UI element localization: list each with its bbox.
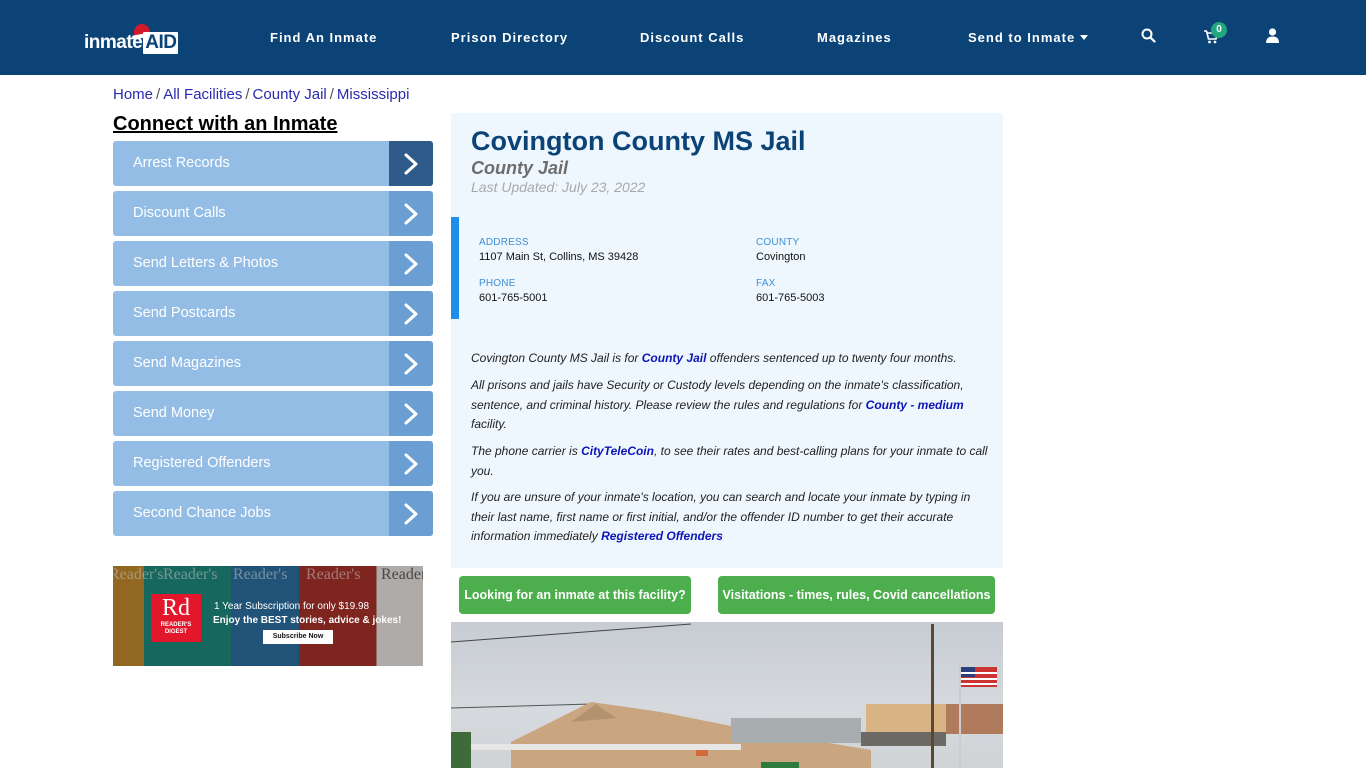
search-icon[interactable] [1141,28,1156,48]
nav-send-to-inmate-label: Send to Inmate [968,30,1076,45]
cart-count-badge: 0 [1211,22,1227,38]
breadcrumb-all-facilities[interactable]: All Facilities [163,86,242,103]
subscribe-now-button[interactable]: Subscribe Now [263,630,333,644]
desc-text: facility. [471,417,507,431]
readers-digest-logo: Rd READER'S DIGEST [151,594,201,642]
nav-magazines[interactable]: Magazines [817,30,892,45]
facility-photo [451,622,1003,768]
sidebar-item-arrest-records[interactable]: Arrest Records [113,141,433,186]
chevron-right-icon [389,241,433,286]
sidebar-item-send-letters-photos[interactable]: Send Letters & Photos [113,241,433,286]
sidebar-item-label: Send Letters & Photos [133,255,279,271]
last-updated: Last Updated: July 23, 2022 [471,179,646,195]
breadcrumb-separator: / [245,86,250,103]
phone-value: 601-765-5001 [479,292,548,304]
rd-name-line2: DIGEST [164,629,188,635]
chevron-right-icon [389,191,433,236]
citytelecoin-link[interactable]: CityTeleCoin [581,444,654,458]
nav-prison-directory[interactable]: Prison Directory [451,30,568,45]
facility-title: Covington County MS Jail [471,126,806,156]
description-paragraph: Covington County MS Jail is for County J… [471,349,991,369]
chevron-right-icon [389,341,433,386]
description-paragraph: All prisons and jails have Security or C… [471,376,991,435]
sidebar-item-registered-offenders[interactable]: Registered Offenders [113,441,433,486]
sidebar-item-discount-calls[interactable]: Discount Calls [113,191,433,236]
fax-value: 601-765-5003 [756,292,825,304]
sidebar-item-label: Send Magazines [133,355,242,371]
breadcrumb: Home / All Facilities / County Jail / Mississi… [113,86,409,103]
county-medium-link[interactable]: County - medium [866,398,964,412]
nav-find-an-inmate[interactable]: Find An Inmate [270,30,377,45]
user-icon[interactable] [1266,28,1279,48]
county-label: COUNTY [756,237,800,248]
registered-offenders-link[interactable]: Registered Offenders [601,529,723,543]
address-value: 1107 Main St, Collins, MS 39428 [479,251,639,263]
ad-offer-text: 1 Year Subscription for only $19.98 [214,601,370,612]
readers-digest-ad[interactable]: Reader's Reader's Reader's Reader's Read… [113,566,423,666]
fax-label: FAX [756,278,776,289]
sidebar-item-label: Arrest Records [133,155,230,171]
breadcrumb-separator: / [156,86,161,103]
description-paragraph: If you are unsure of your inmate's locat… [471,488,991,547]
breadcrumb-separator: / [329,86,334,103]
facility-type: County Jail [471,158,569,178]
logo-text: inmate AID [84,32,179,54]
chevron-right-icon [389,491,433,536]
breadcrumb-mississippi[interactable]: Mississippi [337,86,410,103]
desc-text: Covington County MS Jail is for [471,351,642,365]
caret-down-icon [1080,35,1089,41]
county-value: Covington [756,251,806,263]
facility-panel: Covington County MS Jail County Jail Las… [451,113,1003,568]
sidebar-title: Connect with an Inmate [113,113,338,135]
county-jail-link[interactable]: County Jail [642,351,707,365]
description-paragraph: The phone carrier is CityTeleCoin, to se… [471,442,991,481]
rd-mark: Rd [161,595,190,621]
top-navbar: inmate AID Find An Inmate Prison Director… [0,0,1366,75]
breadcrumb-home[interactable]: Home [113,86,153,103]
desc-text: The phone carrier is [471,444,582,458]
find-inmate-at-facility-button[interactable]: Looking for an inmate at this facility? [459,576,691,614]
breadcrumb-county-jail[interactable]: County Jail [253,86,327,103]
facility-contact-info: ADDRESS 1107 Main St, Collins, MS 39428 … [451,217,1003,319]
chevron-right-icon [389,441,433,486]
ad-tagline: Enjoy the BEST stories, advice & jokes! [213,615,402,626]
sidebar-item-label: Send Money [133,405,215,421]
sidebar-item-send-money[interactable]: Send Money [113,391,433,436]
sidebar-item-label: Discount Calls [133,205,226,221]
nav-discount-calls[interactable]: Discount Calls [640,30,744,45]
rd-name-line1: READER'S [160,622,192,628]
facility-building-image [451,623,1003,768]
phone-label: PHONE [479,278,516,289]
chevron-right-icon [389,141,433,186]
nav-send-to-inmate[interactable]: Send to Inmate [968,30,1089,45]
visitations-button[interactable]: Visitations - times, rules, Covid cancel… [718,576,995,614]
sidebar-menu: Arrest Records Discount Calls Send Lette… [113,141,433,541]
chevron-right-icon [389,391,433,436]
sidebar-item-label: Registered Offenders [133,455,271,471]
chevron-right-icon [389,291,433,336]
sidebar-item-send-postcards[interactable]: Send Postcards [113,291,433,336]
sidebar-item-label: Send Postcards [133,305,236,321]
desc-text: offenders sentenced up to twenty four mo… [706,351,957,365]
address-label: ADDRESS [479,237,529,248]
sidebar-item-label: Second Chance Jobs [133,505,271,521]
inmateaid-logo[interactable]: inmate AID [84,22,180,56]
sidebar-item-second-chance-jobs[interactable]: Second Chance Jobs [113,491,433,536]
sidebar-item-send-magazines[interactable]: Send Magazines [113,341,433,386]
